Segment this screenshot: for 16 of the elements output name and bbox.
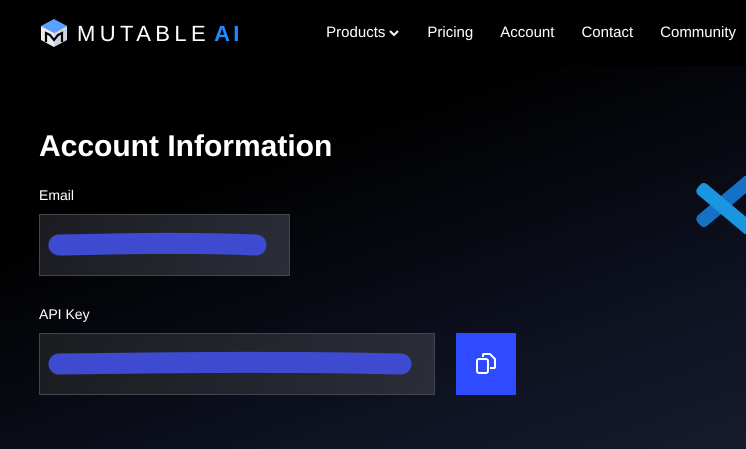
brand-suffix: AI (214, 20, 243, 48)
brand-name: MUTABLE (77, 20, 210, 48)
input-field[interactable] (39, 333, 435, 395)
nav-link[interactable]: Account (500, 22, 554, 44)
cube-logo-icon (39, 18, 69, 48)
copy-button[interactable] (456, 333, 516, 395)
copy-icon (475, 352, 497, 376)
page-title: Account Information (39, 129, 334, 165)
input-field[interactable] (39, 214, 290, 276)
field-label: API Key (39, 305, 91, 324)
nav-link[interactable]: Contact (581, 22, 634, 44)
nav-link[interactable]: Products (326, 22, 400, 44)
cross-shape-drawing (696, 176, 746, 234)
nav-link[interactable]: Pricing (427, 22, 474, 44)
field-label: Email (39, 186, 76, 205)
nav-link[interactable]: Community (660, 22, 736, 44)
